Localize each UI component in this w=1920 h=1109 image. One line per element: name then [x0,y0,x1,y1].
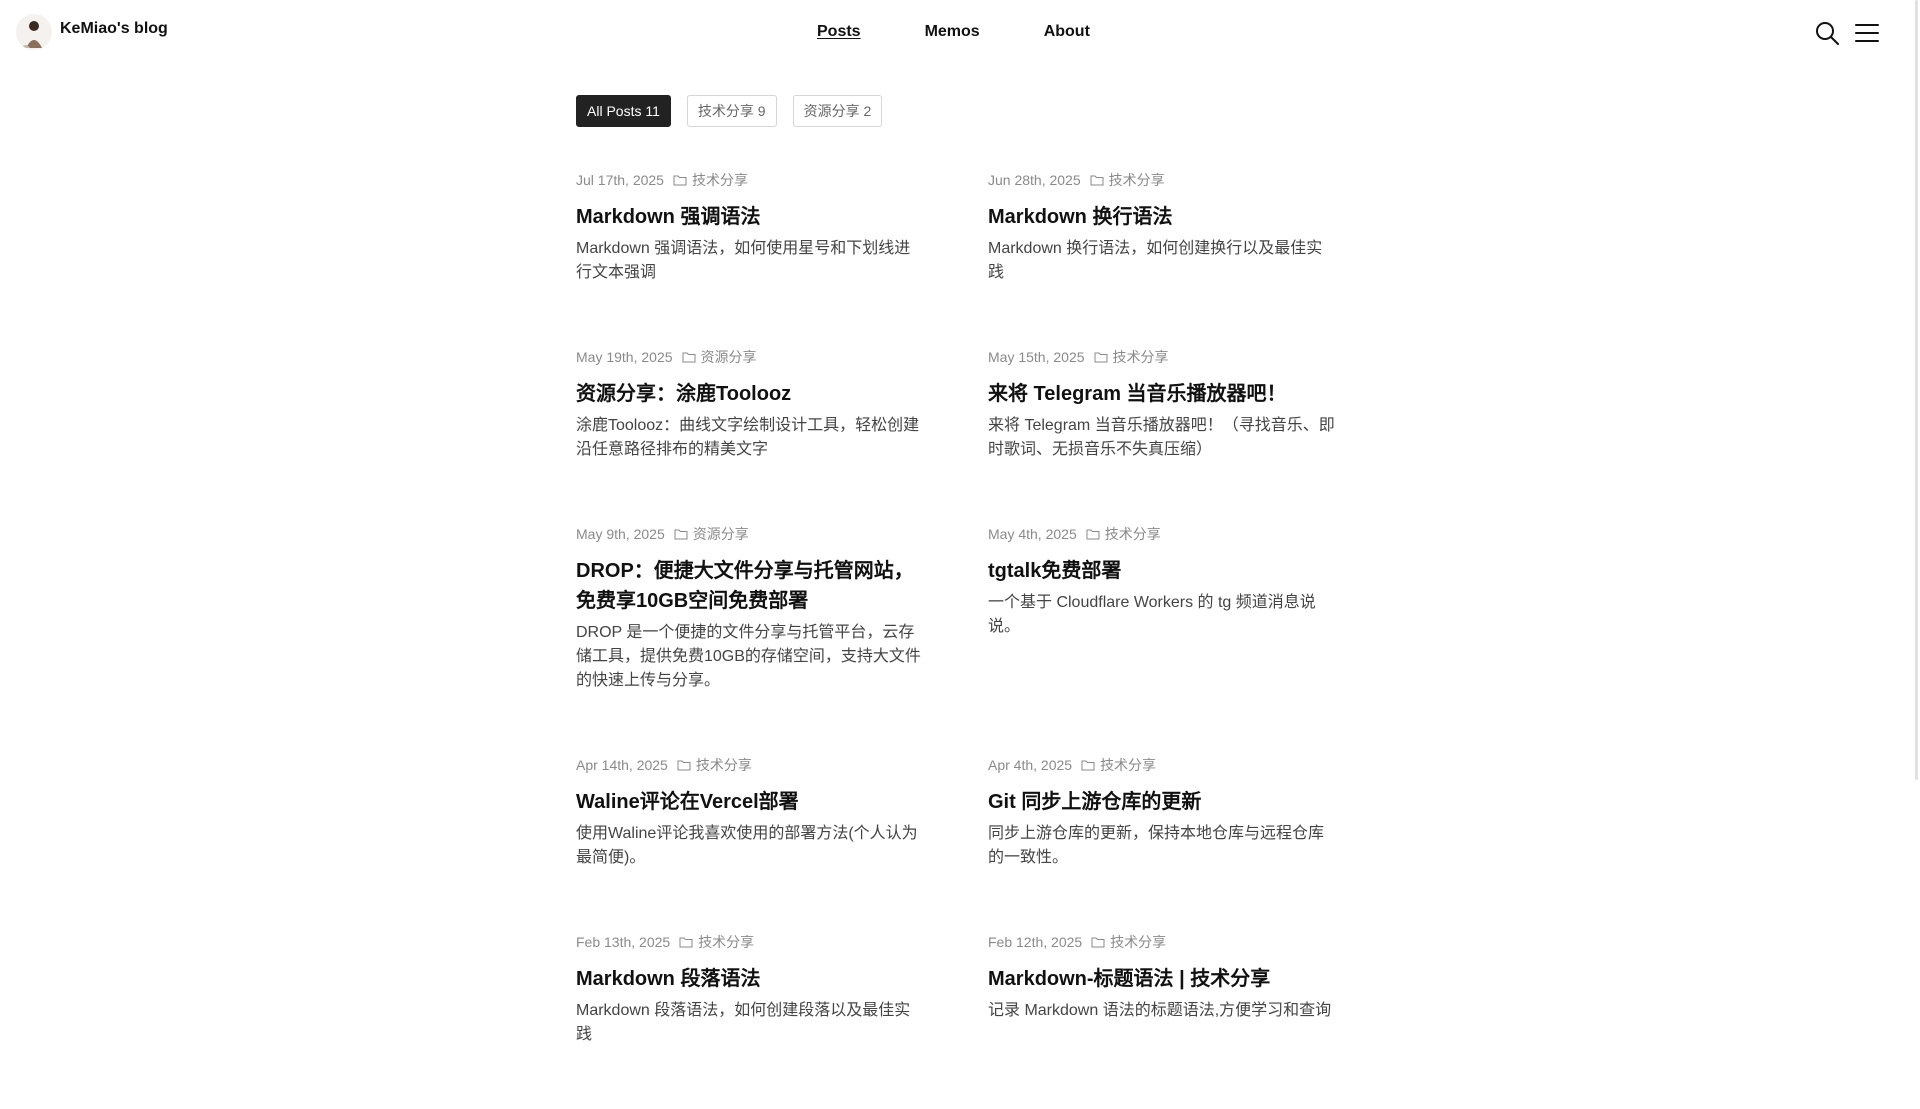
avatar [16,14,52,50]
header-actions [1814,20,1880,46]
post-title[interactable]: Waline评论在Vercel部署 [576,787,926,817]
post-description: 来将 Telegram 当音乐播放器吧！（寻找音乐、即时歌词、无损音乐不失真压缩… [988,417,1335,458]
post-card: Apr 4th, 2025 技术分享 Git 同步上游仓库的更新 同步上游仓库的… [988,755,1338,870]
post-category[interactable]: 资源分享 [701,347,757,367]
scrollbar-thumb[interactable] [1915,0,1918,780]
folder-icon [679,937,693,948]
post-date: Feb 13th, 2025 [576,934,671,950]
post-description: 涂鹿Toolooz：曲线文字绘制设计工具，轻松创建沿任意路径排布的精美文字 [576,417,920,458]
post-description: Markdown 换行语法，如何创建换行以及最佳实践 [988,240,1323,281]
filter-all-posts[interactable]: All Posts 11 [576,95,671,127]
post-category[interactable]: 技术分享 [1113,347,1169,367]
nav-memos[interactable]: Memos [925,22,980,42]
post-meta: May 15th, 2025 技术分享 [988,347,1338,367]
post-meta: Feb 13th, 2025 技术分享 [576,932,926,952]
post-card: May 19th, 2025 资源分享 资源分享：涂鹿Toolooz 涂鹿Too… [576,347,926,462]
post-title[interactable]: DROP：便捷大文件分享与托管网站，免费享10GB空间免费部署 [576,556,926,616]
folder-icon [673,175,687,186]
post-card: Apr 14th, 2025 技术分享 Waline评论在Vercel部署 使用… [576,755,926,870]
post-description: 同步上游仓库的更新，保持本地仓库与远程仓库的一致性。 [988,825,1325,866]
post-card: May 15th, 2025 技术分享 来将 Telegram 当音乐播放器吧！… [988,347,1338,462]
page-scrollbar[interactable] [1910,0,1920,780]
nav-about[interactable]: About [1044,22,1090,42]
post-category[interactable]: 技术分享 [1100,755,1156,775]
post-card: Jul 17th, 2025 技术分享 Markdown 强调语法 Markdo… [576,170,926,285]
folder-icon [1091,937,1105,948]
post-description: DROP 是一个便捷的文件分享与托管平台，云存储工具，提供免费10GB的存储空间… [576,624,921,689]
post-meta: Jun 28th, 2025 技术分享 [988,170,1338,190]
menu-icon[interactable] [1854,20,1880,46]
post-description: Markdown 段落语法，如何创建段落以及最佳实践 [576,1002,911,1043]
post-category[interactable]: 技术分享 [696,755,752,775]
post-title[interactable]: tgtalk免费部署 [988,556,1338,586]
post-meta: Jul 17th, 2025 技术分享 [576,170,926,190]
post-description: 记录 Markdown 语法的标题语法,方便学习和查询 [988,1002,1332,1019]
folder-icon [674,529,688,540]
folder-icon [1081,760,1095,771]
main-nav: Posts Memos About [817,22,1154,42]
brand-link[interactable]: KeMiao's blog [16,14,168,50]
post-card: Feb 13th, 2025 技术分享 Markdown 段落语法 Markdo… [576,932,926,1047]
post-description: 一个基于 Cloudflare Workers 的 tg 频道消息说说。 [988,594,1316,635]
search-icon[interactable] [1814,20,1840,46]
post-date: Apr 4th, 2025 [988,757,1073,773]
folder-icon [1090,175,1104,186]
post-date: May 15th, 2025 [988,349,1085,365]
post-card: Jun 28th, 2025 技术分享 Markdown 换行语法 Markdo… [988,170,1338,285]
category-filters: All Posts 11 技术分享 9 资源分享 2 [576,95,883,127]
post-category[interactable]: 技术分享 [698,932,754,952]
post-date: May 4th, 2025 [988,526,1077,542]
post-meta: Feb 12th, 2025 技术分享 [988,932,1338,952]
post-card: May 9th, 2025 资源分享 DROP：便捷大文件分享与托管网站，免费享… [576,524,926,693]
filter-tech-share[interactable]: 技术分享 9 [686,95,777,127]
folder-icon [1094,352,1108,363]
post-title[interactable]: 来将 Telegram 当音乐播放器吧！ [988,379,1338,409]
post-meta: Apr 4th, 2025 技术分享 [988,755,1338,775]
post-date: Jul 17th, 2025 [576,172,664,188]
post-title[interactable]: Markdown 强调语法 [576,202,926,232]
post-date: May 9th, 2025 [576,526,665,542]
post-card: Feb 12th, 2025 技术分享 Markdown-标题语法 | 技术分享… [988,932,1338,1047]
post-title[interactable]: Markdown-标题语法 | 技术分享 [988,964,1338,994]
post-date: Feb 12th, 2025 [988,934,1083,950]
post-category[interactable]: 技术分享 [1109,170,1165,190]
post-description: Markdown 强调语法，如何使用星号和下划线进行文本强调 [576,240,911,281]
post-meta: May 19th, 2025 资源分享 [576,347,926,367]
post-list: Jul 17th, 2025 技术分享 Markdown 强调语法 Markdo… [576,170,1336,1109]
post-title[interactable]: Git 同步上游仓库的更新 [988,787,1338,817]
site-header: KeMiao's blog Posts Memos About [0,0,1920,66]
folder-icon [682,352,696,363]
post-category[interactable]: 资源分享 [693,524,749,544]
folder-icon [1086,529,1100,540]
nav-posts[interactable]: Posts [817,22,861,42]
post-description: 使用Waline评论我喜欢使用的部署方法(个人认为最简便)。 [576,825,918,866]
post-meta: May 9th, 2025 资源分享 [576,524,926,544]
folder-icon [677,760,691,771]
post-meta: Apr 14th, 2025 技术分享 [576,755,926,775]
post-title[interactable]: 资源分享：涂鹿Toolooz [576,379,926,409]
post-category[interactable]: 技术分享 [1110,932,1166,952]
post-category[interactable]: 技术分享 [1105,524,1161,544]
brand-name: KeMiao's blog [60,20,168,37]
filter-resource-share[interactable]: 资源分享 2 [792,95,883,127]
post-date: Apr 14th, 2025 [576,757,668,773]
post-meta: May 4th, 2025 技术分享 [988,524,1338,544]
post-title[interactable]: Markdown 换行语法 [988,202,1338,232]
post-card: May 4th, 2025 技术分享 tgtalk免费部署 一个基于 Cloud… [988,524,1338,693]
post-title[interactable]: Markdown 段落语法 [576,964,926,994]
post-category[interactable]: 技术分享 [692,170,748,190]
post-date: May 19th, 2025 [576,349,673,365]
post-date: Jun 28th, 2025 [988,172,1081,188]
